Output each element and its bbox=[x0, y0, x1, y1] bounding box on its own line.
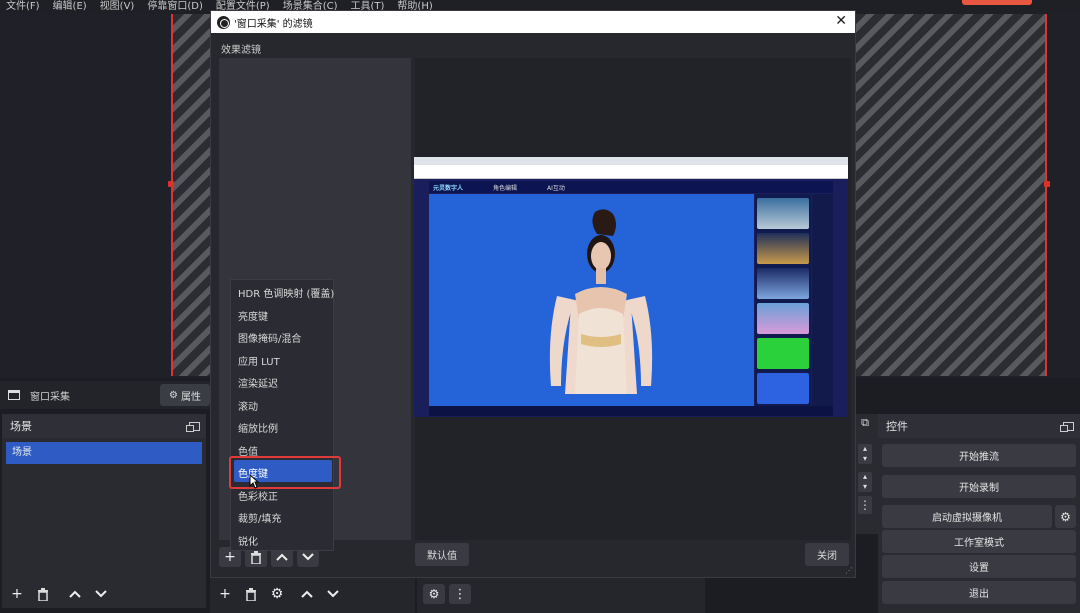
menu-docks[interactable]: 停靠窗口(D) bbox=[147, 0, 203, 14]
scenes-title: 场景 bbox=[10, 420, 32, 433]
scene-thumbnail bbox=[757, 373, 809, 404]
scenes-dock: 场景 场景 bbox=[2, 414, 206, 608]
source-name: 窗口采集 bbox=[30, 391, 70, 403]
menu-view[interactable]: 视图(V) bbox=[100, 0, 135, 14]
tab-ai-interaction: AI互动 bbox=[547, 184, 565, 192]
move-down-icon[interactable] bbox=[322, 584, 344, 604]
gear-icon[interactable]: ⚙ bbox=[266, 584, 288, 604]
scene-list-item[interactable]: 场景 bbox=[6, 442, 202, 464]
start-recording-button[interactable]: 开始录制 bbox=[882, 475, 1076, 498]
preview-source-bounds-left bbox=[171, 14, 211, 376]
window-icon bbox=[8, 390, 20, 400]
dialog-title: '窗口采集' 的滤镜 bbox=[234, 18, 313, 30]
scene-thumbnail-list bbox=[755, 194, 811, 406]
menu-item-hdr-tonemap[interactable]: HDR 色调映射 (覆盖) bbox=[238, 285, 334, 300]
start-streaming-button[interactable]: 开始推流 bbox=[882, 444, 1076, 467]
start-virtual-camera-button[interactable]: 启动虚拟摄像机 bbox=[882, 505, 1052, 528]
settings-button[interactable]: 设置 bbox=[882, 555, 1076, 578]
advanced-audio-icon[interactable]: ⚙ bbox=[423, 584, 445, 604]
captured-window-preview: 元灵数字人 角色编辑 AI互动 bbox=[414, 157, 848, 417]
obs-logo-icon bbox=[217, 15, 230, 29]
effects-filters-label: 效果滤镜 bbox=[221, 45, 261, 56]
exit-button[interactable]: 退出 bbox=[882, 581, 1076, 604]
resize-handle-left[interactable] bbox=[168, 181, 174, 187]
filter-type-menu: HDR 色调映射 (覆盖) 亮度键 图像掩码/混合 应用 LUT 渲染延迟 滚动… bbox=[230, 279, 334, 551]
resize-grip-icon[interactable]: ⋰ bbox=[845, 566, 853, 575]
controls-title: 控件 bbox=[886, 420, 908, 433]
app-footer bbox=[429, 406, 833, 416]
menu-file[interactable]: 文件(F) bbox=[6, 0, 40, 14]
defaults-button[interactable]: 默认值 bbox=[415, 543, 469, 566]
sources-toolbar: + ⚙ bbox=[214, 584, 344, 604]
scene-thumbnail bbox=[757, 303, 809, 334]
properties-label: 属性 bbox=[180, 391, 201, 403]
tab-role-edit: 角色编辑 bbox=[493, 184, 518, 192]
duration-spinner-icon[interactable]: ▴ ▾ bbox=[858, 444, 872, 464]
menu-item-apply-lut[interactable]: 应用 LUT bbox=[238, 353, 280, 368]
mouse-cursor-icon bbox=[249, 474, 259, 489]
scene-thumbnail bbox=[757, 198, 809, 229]
scene-thumbnail bbox=[757, 268, 809, 299]
scene-thumbnail bbox=[757, 233, 809, 264]
top-accent-bar bbox=[962, 0, 1032, 5]
move-down-icon[interactable] bbox=[90, 584, 112, 604]
more-options-icon[interactable]: ⋮ bbox=[858, 496, 872, 514]
remove-source-icon[interactable] bbox=[240, 584, 262, 604]
annotation-highlight-box bbox=[229, 456, 341, 489]
properties-button[interactable]: ⚙ 属性 bbox=[160, 384, 210, 406]
menu-item-sharpen[interactable]: 锐化 bbox=[238, 533, 258, 548]
app-header: 元灵数字人 角色编辑 AI互动 bbox=[429, 181, 833, 193]
menu-item-luma-key[interactable]: 亮度键 bbox=[238, 308, 268, 323]
app-title: 元灵数字人 bbox=[433, 184, 464, 192]
browser-url-bar bbox=[414, 165, 848, 179]
menu-item-crop-pad[interactable]: 裁剪/填充 bbox=[238, 510, 281, 525]
scenes-header: 场景 bbox=[2, 414, 206, 438]
close-icon[interactable]: ✕ bbox=[835, 13, 847, 29]
undock-icon[interactable] bbox=[186, 421, 200, 432]
more-options-icon[interactable]: ⋮ bbox=[449, 584, 471, 604]
transitions-dock-edge: ⧉ ▴ ▾ ▴ ▾ ⋮ bbox=[856, 414, 878, 534]
resize-handle-right[interactable] bbox=[1044, 181, 1050, 187]
avatar-figure bbox=[549, 209, 653, 394]
avatar-stage bbox=[429, 194, 754, 406]
add-scene-icon[interactable]: + bbox=[6, 584, 28, 604]
menu-item-color-correction[interactable]: 色彩校正 bbox=[238, 488, 278, 503]
menu-item-render-delay[interactable]: 渲染延迟 bbox=[238, 375, 278, 390]
scenes-toolbar: + bbox=[6, 584, 112, 604]
virtual-camera-settings-icon[interactable]: ⚙ bbox=[1055, 505, 1076, 528]
preview-source-bounds-right bbox=[855, 14, 1047, 376]
add-source-icon[interactable]: + bbox=[214, 584, 236, 604]
browser-tab-strip bbox=[414, 157, 848, 165]
audio-mixer-buttons: ⚙ ⋮ bbox=[423, 584, 471, 604]
studio-mode-button[interactable]: 工作室模式 bbox=[882, 530, 1076, 553]
scene-thumbnail bbox=[757, 338, 809, 369]
move-up-icon[interactable] bbox=[296, 584, 318, 604]
app-side-nav bbox=[812, 194, 833, 406]
undock-icon[interactable] bbox=[1060, 421, 1074, 432]
move-up-icon[interactable] bbox=[64, 584, 86, 604]
menu-item-image-mask[interactable]: 图像掩码/混合 bbox=[238, 330, 301, 345]
close-button[interactable]: 关闭 bbox=[805, 543, 849, 566]
controls-header: 控件 bbox=[878, 414, 1080, 438]
remove-scene-icon[interactable] bbox=[32, 584, 54, 604]
undock-icon[interactable]: ⧉ bbox=[856, 416, 874, 436]
controls-dock: 控件 开始推流 开始录制 启动虚拟摄像机 ⚙ 工作室模式 设置 退出 bbox=[878, 414, 1080, 613]
dialog-titlebar: '窗口采集' 的滤镜 ✕ bbox=[211, 11, 855, 33]
gear-icon: ⚙ bbox=[169, 389, 178, 401]
menu-item-scroll[interactable]: 滚动 bbox=[238, 398, 258, 413]
transition-spinner-icon[interactable]: ▴ ▾ bbox=[858, 472, 872, 492]
menu-edit[interactable]: 编辑(E) bbox=[53, 0, 87, 14]
menu-item-scaling[interactable]: 缩放比例 bbox=[238, 420, 278, 435]
